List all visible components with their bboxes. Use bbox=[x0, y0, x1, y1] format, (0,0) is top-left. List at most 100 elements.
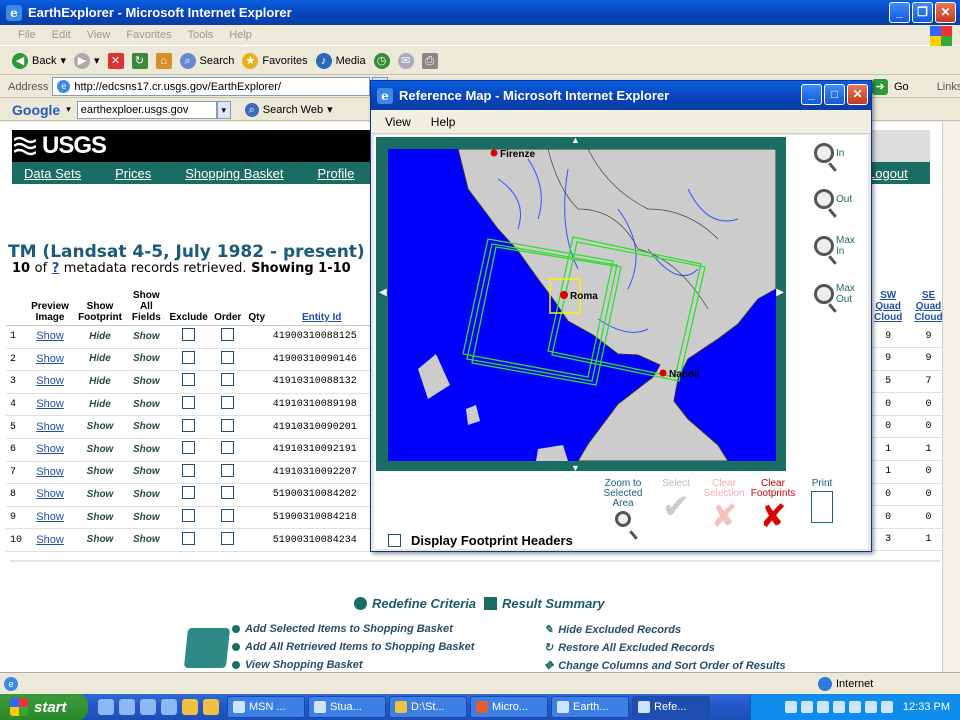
nav-data-sets[interactable]: Data Sets bbox=[24, 166, 81, 181]
show-fields-button[interactable]: Show bbox=[130, 376, 163, 387]
footprint-toggle-button[interactable]: Hide bbox=[86, 399, 114, 410]
show-fields-button[interactable]: Show bbox=[130, 444, 163, 455]
quicklaunch-mail-icon[interactable] bbox=[140, 699, 156, 715]
popup-menu-help[interactable]: Help bbox=[431, 115, 456, 129]
restore-excluded-link[interactable]: ↻ Restore All Excluded Records bbox=[544, 641, 715, 655]
show-fields-button[interactable]: Show bbox=[130, 331, 163, 342]
go-button[interactable]: Go bbox=[894, 81, 909, 93]
nav-shopping-basket[interactable]: Shopping Basket bbox=[185, 166, 283, 181]
zoom-out-button[interactable]: Out bbox=[814, 189, 852, 209]
menu-edit[interactable]: Edit bbox=[52, 29, 71, 41]
display-headers-checkbox[interactable] bbox=[388, 534, 401, 547]
zoom-to-selected-button[interactable]: Zoom to Selected Area bbox=[596, 479, 650, 527]
show-preview-link[interactable]: Show bbox=[36, 466, 64, 478]
google-search-input[interactable]: earthexploer.usgs.gov bbox=[76, 100, 217, 119]
record-total-link[interactable]: ? bbox=[52, 261, 60, 276]
refresh-icon[interactable]: ↻ bbox=[131, 52, 148, 69]
show-fields-button[interactable]: Show bbox=[130, 466, 163, 477]
menu-favorites[interactable]: Favorites bbox=[126, 29, 171, 41]
show-preview-link[interactable]: Show bbox=[36, 534, 64, 546]
address-input[interactable]: e http://edcsns17.cr.usgs.gov/EarthExplor… bbox=[52, 77, 371, 96]
footprint-toggle-button[interactable]: Show bbox=[84, 512, 117, 523]
search-web-button[interactable]: ⌕ Search Web ▾ bbox=[244, 102, 333, 117]
exclude-checkbox[interactable] bbox=[182, 531, 196, 545]
restore-button[interactable]: ❐ bbox=[912, 2, 933, 23]
pan-west-icon[interactable]: ◀ bbox=[379, 287, 387, 298]
usgs-logo[interactable]: USGS bbox=[42, 130, 107, 162]
show-preview-link[interactable]: Show bbox=[36, 375, 64, 387]
exclude-checkbox[interactable] bbox=[182, 396, 196, 410]
pan-south-icon[interactable]: ▼ bbox=[571, 463, 580, 473]
order-checkbox[interactable] bbox=[221, 531, 235, 545]
select-button[interactable]: Select ✔ bbox=[656, 479, 696, 526]
exclude-checkbox[interactable] bbox=[182, 350, 196, 364]
vertical-scrollbar[interactable] bbox=[942, 122, 960, 672]
media-button[interactable]: ♪ Media bbox=[315, 52, 366, 69]
footprint-toggle-button[interactable]: Show bbox=[84, 534, 117, 545]
show-preview-link[interactable]: Show bbox=[36, 488, 64, 500]
task-refe[interactable]: Refe... bbox=[632, 696, 710, 718]
redefine-criteria-link[interactable]: Redefine Criteria bbox=[354, 596, 476, 611]
links-label[interactable]: Links bbox=[937, 81, 960, 93]
go-arrow-icon[interactable]: ➜ bbox=[872, 79, 888, 95]
popup-maximize-button[interactable]: □ bbox=[824, 84, 845, 105]
footprint-toggle-button[interactable]: Show bbox=[84, 489, 117, 500]
order-checkbox[interactable] bbox=[221, 486, 235, 500]
start-button[interactable]: start bbox=[0, 694, 88, 720]
clear-selection-button[interactable]: Clear Selection ✘ bbox=[702, 479, 746, 534]
back-button[interactable]: ◀ Back ▾ bbox=[12, 52, 66, 69]
quicklaunch-ie2-icon[interactable] bbox=[161, 699, 177, 715]
task-msn[interactable]: MSN ... bbox=[227, 696, 305, 718]
home-icon[interactable]: ⌂ bbox=[155, 52, 172, 69]
exclude-checkbox[interactable] bbox=[182, 441, 196, 455]
history-icon[interactable]: ◷ bbox=[373, 52, 390, 69]
nav-profile[interactable]: Profile bbox=[318, 166, 355, 181]
show-fields-button[interactable]: Show bbox=[130, 399, 163, 410]
nav-prices[interactable]: Prices bbox=[115, 166, 151, 181]
menu-help[interactable]: Help bbox=[229, 29, 252, 41]
pan-north-icon[interactable]: ▲ bbox=[571, 135, 580, 145]
exclude-checkbox[interactable] bbox=[182, 418, 196, 432]
footprint-toggle-button[interactable]: Show bbox=[84, 466, 117, 477]
col-entity-id[interactable]: Entity Id bbox=[268, 288, 375, 326]
menu-file[interactable]: File bbox=[18, 29, 36, 41]
add-all-link[interactable]: Add All Retrieved Items to Shopping Bask… bbox=[232, 641, 474, 653]
minimize-button[interactable]: _ bbox=[889, 2, 910, 23]
exclude-checkbox[interactable] bbox=[182, 486, 196, 500]
exclude-checkbox[interactable] bbox=[182, 463, 196, 477]
search-button[interactable]: ⌕ Search bbox=[179, 52, 234, 69]
menu-view[interactable]: View bbox=[87, 29, 111, 41]
task-earth[interactable]: Earth... bbox=[551, 696, 629, 718]
pan-east-icon[interactable]: ▶ bbox=[776, 287, 784, 298]
reference-map[interactable]: Firenze Roma Napoli bbox=[388, 149, 776, 461]
view-basket-link[interactable]: View Shopping Basket bbox=[232, 659, 363, 671]
google-dropdown-icon[interactable]: ▾ bbox=[216, 100, 231, 119]
footprint-toggle-button[interactable]: Hide bbox=[86, 376, 114, 387]
menu-tools[interactable]: Tools bbox=[188, 29, 214, 41]
print-button[interactable]: Print bbox=[806, 479, 838, 525]
hide-excluded-link[interactable]: ✎ Hide Excluded Records bbox=[544, 623, 681, 637]
task-stua[interactable]: Stua... bbox=[308, 696, 386, 718]
show-preview-link[interactable]: Show bbox=[36, 330, 64, 342]
exclude-checkbox[interactable] bbox=[182, 509, 196, 523]
zoom-in-button[interactable]: In bbox=[814, 143, 844, 163]
nav-logout[interactable]: Logout bbox=[868, 166, 908, 181]
show-fields-button[interactable]: Show bbox=[130, 512, 163, 523]
show-preview-link[interactable]: Show bbox=[36, 443, 64, 455]
col-sw-quad-cloud[interactable]: SW Quad Cloud bbox=[868, 288, 908, 325]
order-checkbox[interactable] bbox=[221, 350, 235, 364]
order-checkbox[interactable] bbox=[221, 509, 235, 523]
task-dst[interactable]: D:\St... bbox=[389, 696, 467, 718]
popup-close-button[interactable]: ✕ bbox=[847, 84, 868, 105]
favorites-button[interactable]: ★ Favorites bbox=[242, 52, 308, 69]
forward-button[interactable]: ▶ ▾ bbox=[74, 52, 100, 69]
footprint-toggle-button[interactable]: Show bbox=[84, 421, 117, 432]
popup-minimize-button[interactable]: _ bbox=[801, 84, 822, 105]
quicklaunch-ie-icon[interactable] bbox=[98, 699, 114, 715]
order-checkbox[interactable] bbox=[221, 441, 235, 455]
order-checkbox[interactable] bbox=[221, 463, 235, 477]
order-checkbox[interactable] bbox=[221, 373, 235, 387]
exclude-checkbox[interactable] bbox=[182, 373, 196, 387]
show-preview-link[interactable]: Show bbox=[36, 353, 64, 365]
max-out-button[interactable]: Max Out bbox=[814, 283, 862, 305]
